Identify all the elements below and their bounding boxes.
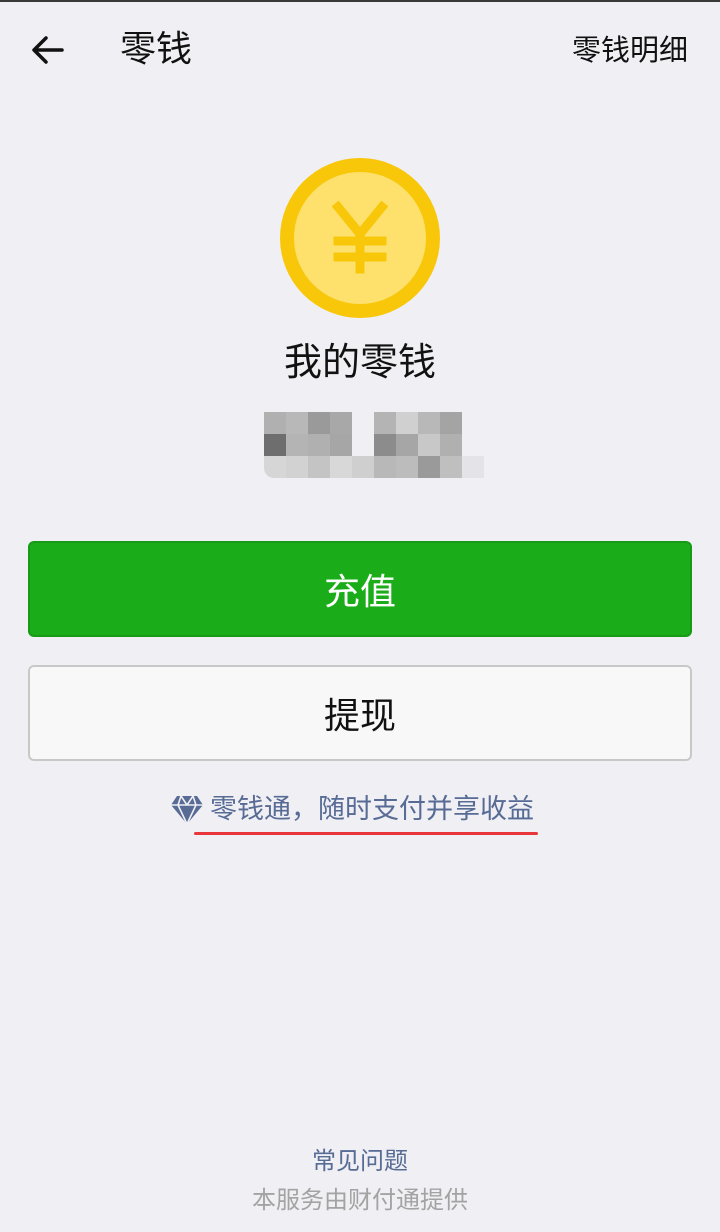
mosaic-tile xyxy=(286,412,308,434)
mosaic-tile xyxy=(308,412,330,434)
lingqiantong-promo-link[interactable]: 零钱通，随时支付并享收益 xyxy=(170,786,534,834)
coin-icon: ¥ xyxy=(280,158,440,318)
mosaic-tile xyxy=(308,434,330,456)
mosaic-tile xyxy=(396,456,418,478)
mosaic-tile xyxy=(440,434,462,456)
mosaic-tile xyxy=(418,456,440,478)
mosaic-tile xyxy=(396,412,418,434)
mosaic-tile xyxy=(374,412,396,434)
mosaic-tile xyxy=(264,456,286,478)
diamond-icon xyxy=(171,795,203,825)
mosaic-tile xyxy=(374,456,396,478)
highlight-underline xyxy=(194,832,538,835)
faq-link[interactable]: 常见问题 xyxy=(312,1147,408,1175)
recharge-button[interactable]: 充值 xyxy=(28,541,692,637)
mosaic-tile xyxy=(330,434,352,456)
mosaic-tile xyxy=(462,456,484,478)
provider-notice: 本服务由财付通提供 xyxy=(252,1186,468,1214)
faq-container: 常见问题 xyxy=(0,1143,720,1179)
back-arrow-icon xyxy=(32,36,64,64)
back-button[interactable] xyxy=(18,20,78,80)
mosaic-tile xyxy=(330,456,352,478)
mosaic-tile xyxy=(352,456,374,478)
mosaic-tile xyxy=(308,456,330,478)
navigation-bar: 零钱 零钱明细 xyxy=(0,2,720,98)
wallet-details-link[interactable]: 零钱明细 xyxy=(572,30,688,70)
page-title: 零钱 xyxy=(120,29,193,70)
wallet-title: 我的零钱 xyxy=(283,340,436,384)
mosaic-tile xyxy=(418,434,440,456)
withdraw-button[interactable]: 提现 xyxy=(28,665,692,761)
mosaic-tile xyxy=(286,456,308,478)
balance-obscured xyxy=(262,412,484,480)
mosaic-tile xyxy=(264,412,286,434)
mosaic-tile xyxy=(440,456,462,478)
mosaic-tile xyxy=(418,412,440,434)
mosaic-tile xyxy=(396,434,418,456)
mosaic-tile xyxy=(286,434,308,456)
mosaic-tile xyxy=(264,434,286,456)
mosaic-tile xyxy=(330,412,352,434)
mosaic-tile xyxy=(440,412,462,434)
promo-text: 零钱通，随时支付并享收益 xyxy=(210,794,534,825)
mosaic-tile xyxy=(374,434,396,456)
